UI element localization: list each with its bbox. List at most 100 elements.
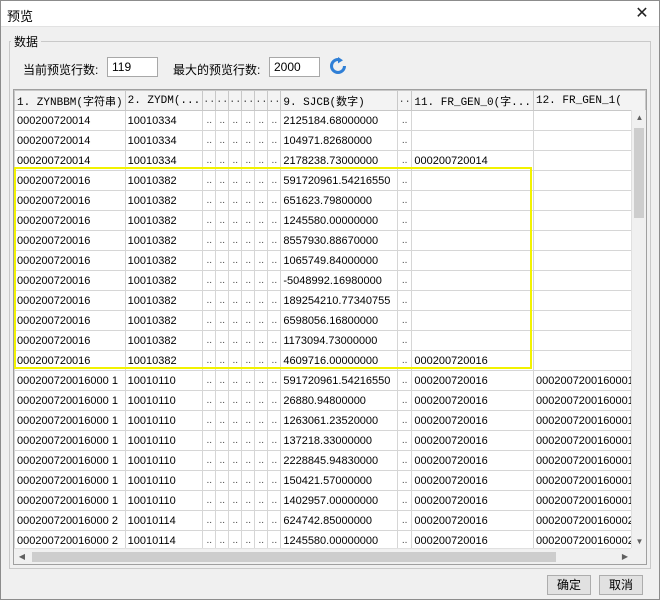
table-cell: 000200720016 [14,170,126,191]
table-cell [532,290,646,311]
table-cell: .. [241,490,256,511]
table-cell [532,190,646,211]
table-cell: .. [215,510,230,531]
table-cell: .. [215,210,230,231]
table-cell: .. [215,130,230,151]
table-cell: 000200720016 [14,310,126,331]
horizontal-scrollbar[interactable]: ◀ ▶ [14,548,633,564]
table-cell: .. [254,230,269,251]
table-cell: 000200720016 [411,390,534,411]
table-cell: 000200720016 [14,330,126,351]
cancel-button[interactable]: 取消 [599,575,643,595]
table-cell: .. [202,490,217,511]
table-cell: .. [254,410,269,431]
column-header[interactable]: .. [228,90,243,111]
column-header[interactable]: .. [241,90,256,111]
table-cell: .. [202,130,217,151]
table-row[interactable]: 000200720014 10010334............ 2178238.… [14,150,646,171]
table-row[interactable]: 000200720016 10010382............ 6598056.… [14,310,646,331]
column-header[interactable]: .. [396,90,413,111]
table-cell: .. [254,130,269,151]
table-cell: 000200720016 [14,270,126,291]
table-cell: .. [396,190,413,211]
column-header[interactable]: 9. SJCB(数字) [280,90,398,111]
table-row[interactable]: 000200720016000 1 10010110............ 591… [14,370,646,391]
scroll-up-icon[interactable]: ▲ [632,110,646,125]
table-cell: 000200720016 [14,190,126,211]
table-row[interactable]: 000200720016000 1 10010110............ 222… [14,450,646,471]
data-table: 1. ZYNBBM(字符串) 2. ZYDM(............... 9. … [14,90,646,551]
table-cell: 000200720014 [14,130,126,151]
table-cell: .. [215,190,230,211]
table-row[interactable]: 000200720014 10010334............ 2125184.… [14,110,646,131]
table-row[interactable]: 000200720016 10010382............ 4609716.… [14,350,646,371]
table-cell: 000200720016 [411,470,534,491]
table-cell: .. [267,290,282,311]
table-cell: .. [202,170,217,191]
title-bar[interactable]: 预览 ✕ [1,1,659,27]
vertical-scrollbar[interactable]: ▲ ▼ [631,110,646,549]
table-cell: .. [396,390,413,411]
table-cell [411,250,534,271]
table-row[interactable]: 000200720016000 1 10010110............ 268… [14,390,646,411]
column-header[interactable]: 1. ZYNBBM(字符串) [14,90,126,111]
table-cell [411,130,534,151]
table-row[interactable]: 000200720016 10010382............ 1065749.… [14,250,646,271]
column-header[interactable]: 2. ZYDM(... [124,90,204,111]
horizontal-scroll-thumb[interactable] [32,552,556,562]
table-row[interactable]: 000200720016 10010382............ 1245580.… [14,210,646,231]
table-cell: 10010382 [124,330,204,351]
max-rows-input[interactable] [269,57,320,77]
table-cell: .. [215,170,230,191]
vertical-scroll-thumb[interactable] [634,128,644,218]
table-cell: .. [396,510,413,531]
table-row[interactable]: 000200720016 10010382............ 8557930.… [14,230,646,251]
table-row[interactable]: 000200720014 10010334............ 104971.8… [14,130,646,151]
table-cell: 1173094.73000000 [280,330,398,351]
table-cell: 10010110 [124,370,204,391]
scroll-down-icon[interactable]: ▼ [632,534,646,549]
table-cell: .. [267,150,282,171]
ok-button[interactable]: 确定 [547,575,591,595]
table-cell: 000200720016000 1 [14,470,126,491]
table-cell: .. [228,310,243,331]
column-header[interactable]: 11. FR_GEN_0(字... [411,90,534,111]
table-row[interactable]: 000200720016000 1 10010110............ 140… [14,490,646,511]
group-title: 数据 [11,33,42,50]
preview-table[interactable]: 1. ZYNBBM(字符串) 2. ZYDM(............... 9. … [13,89,647,565]
close-icon[interactable]: ✕ [631,3,653,25]
column-header[interactable]: .. [202,90,217,111]
table-cell: .. [215,290,230,311]
table-row[interactable]: 000200720016 10010382............ 1173094.… [14,330,646,351]
table-row[interactable]: 000200720016 10010382............ 18925421… [14,290,646,311]
table-row[interactable]: 000200720016000 1 10010110............ 150… [14,470,646,491]
table-cell: .. [241,290,256,311]
column-header[interactable]: .. [267,90,282,111]
table-cell: .. [215,470,230,491]
table-cell: .. [267,330,282,351]
table-row[interactable]: 000200720016000 2 10010114............ 624… [14,510,646,531]
table-cell: 10010110 [124,410,204,431]
table-row[interactable]: 000200720016000 1 10010110............ 126… [14,410,646,431]
table-cell: .. [254,170,269,191]
table-cell: .. [202,110,217,131]
table-cell: .. [202,190,217,211]
table-body: 000200720014 10010334............ 2125184.… [14,110,646,551]
table-row[interactable]: 000200720016000 1 10010110............ 137… [14,430,646,451]
table-cell: 10010110 [124,430,204,451]
column-header[interactable]: .. [254,90,269,111]
table-cell: .. [267,490,282,511]
column-header[interactable]: 12. FR_GEN_1( [532,90,646,111]
table-cell: -5048992.16980000 [280,270,398,291]
table-cell: 000200720016 [411,510,534,531]
current-rows-label: 当前预览行数: [23,63,99,77]
current-rows-input[interactable] [107,57,158,77]
table-row[interactable]: 000200720016 10010382............ 59172096… [14,170,646,191]
table-row[interactable]: 000200720016 10010382............ -5048992… [14,270,646,291]
table-row[interactable]: 000200720016 10010382............ 651623.7… [14,190,646,211]
table-cell: .. [241,310,256,331]
table-cell: .. [396,450,413,471]
column-header[interactable]: .. [215,90,230,111]
scroll-left-icon[interactable]: ◀ [14,549,30,564]
refresh-icon[interactable] [329,57,347,75]
